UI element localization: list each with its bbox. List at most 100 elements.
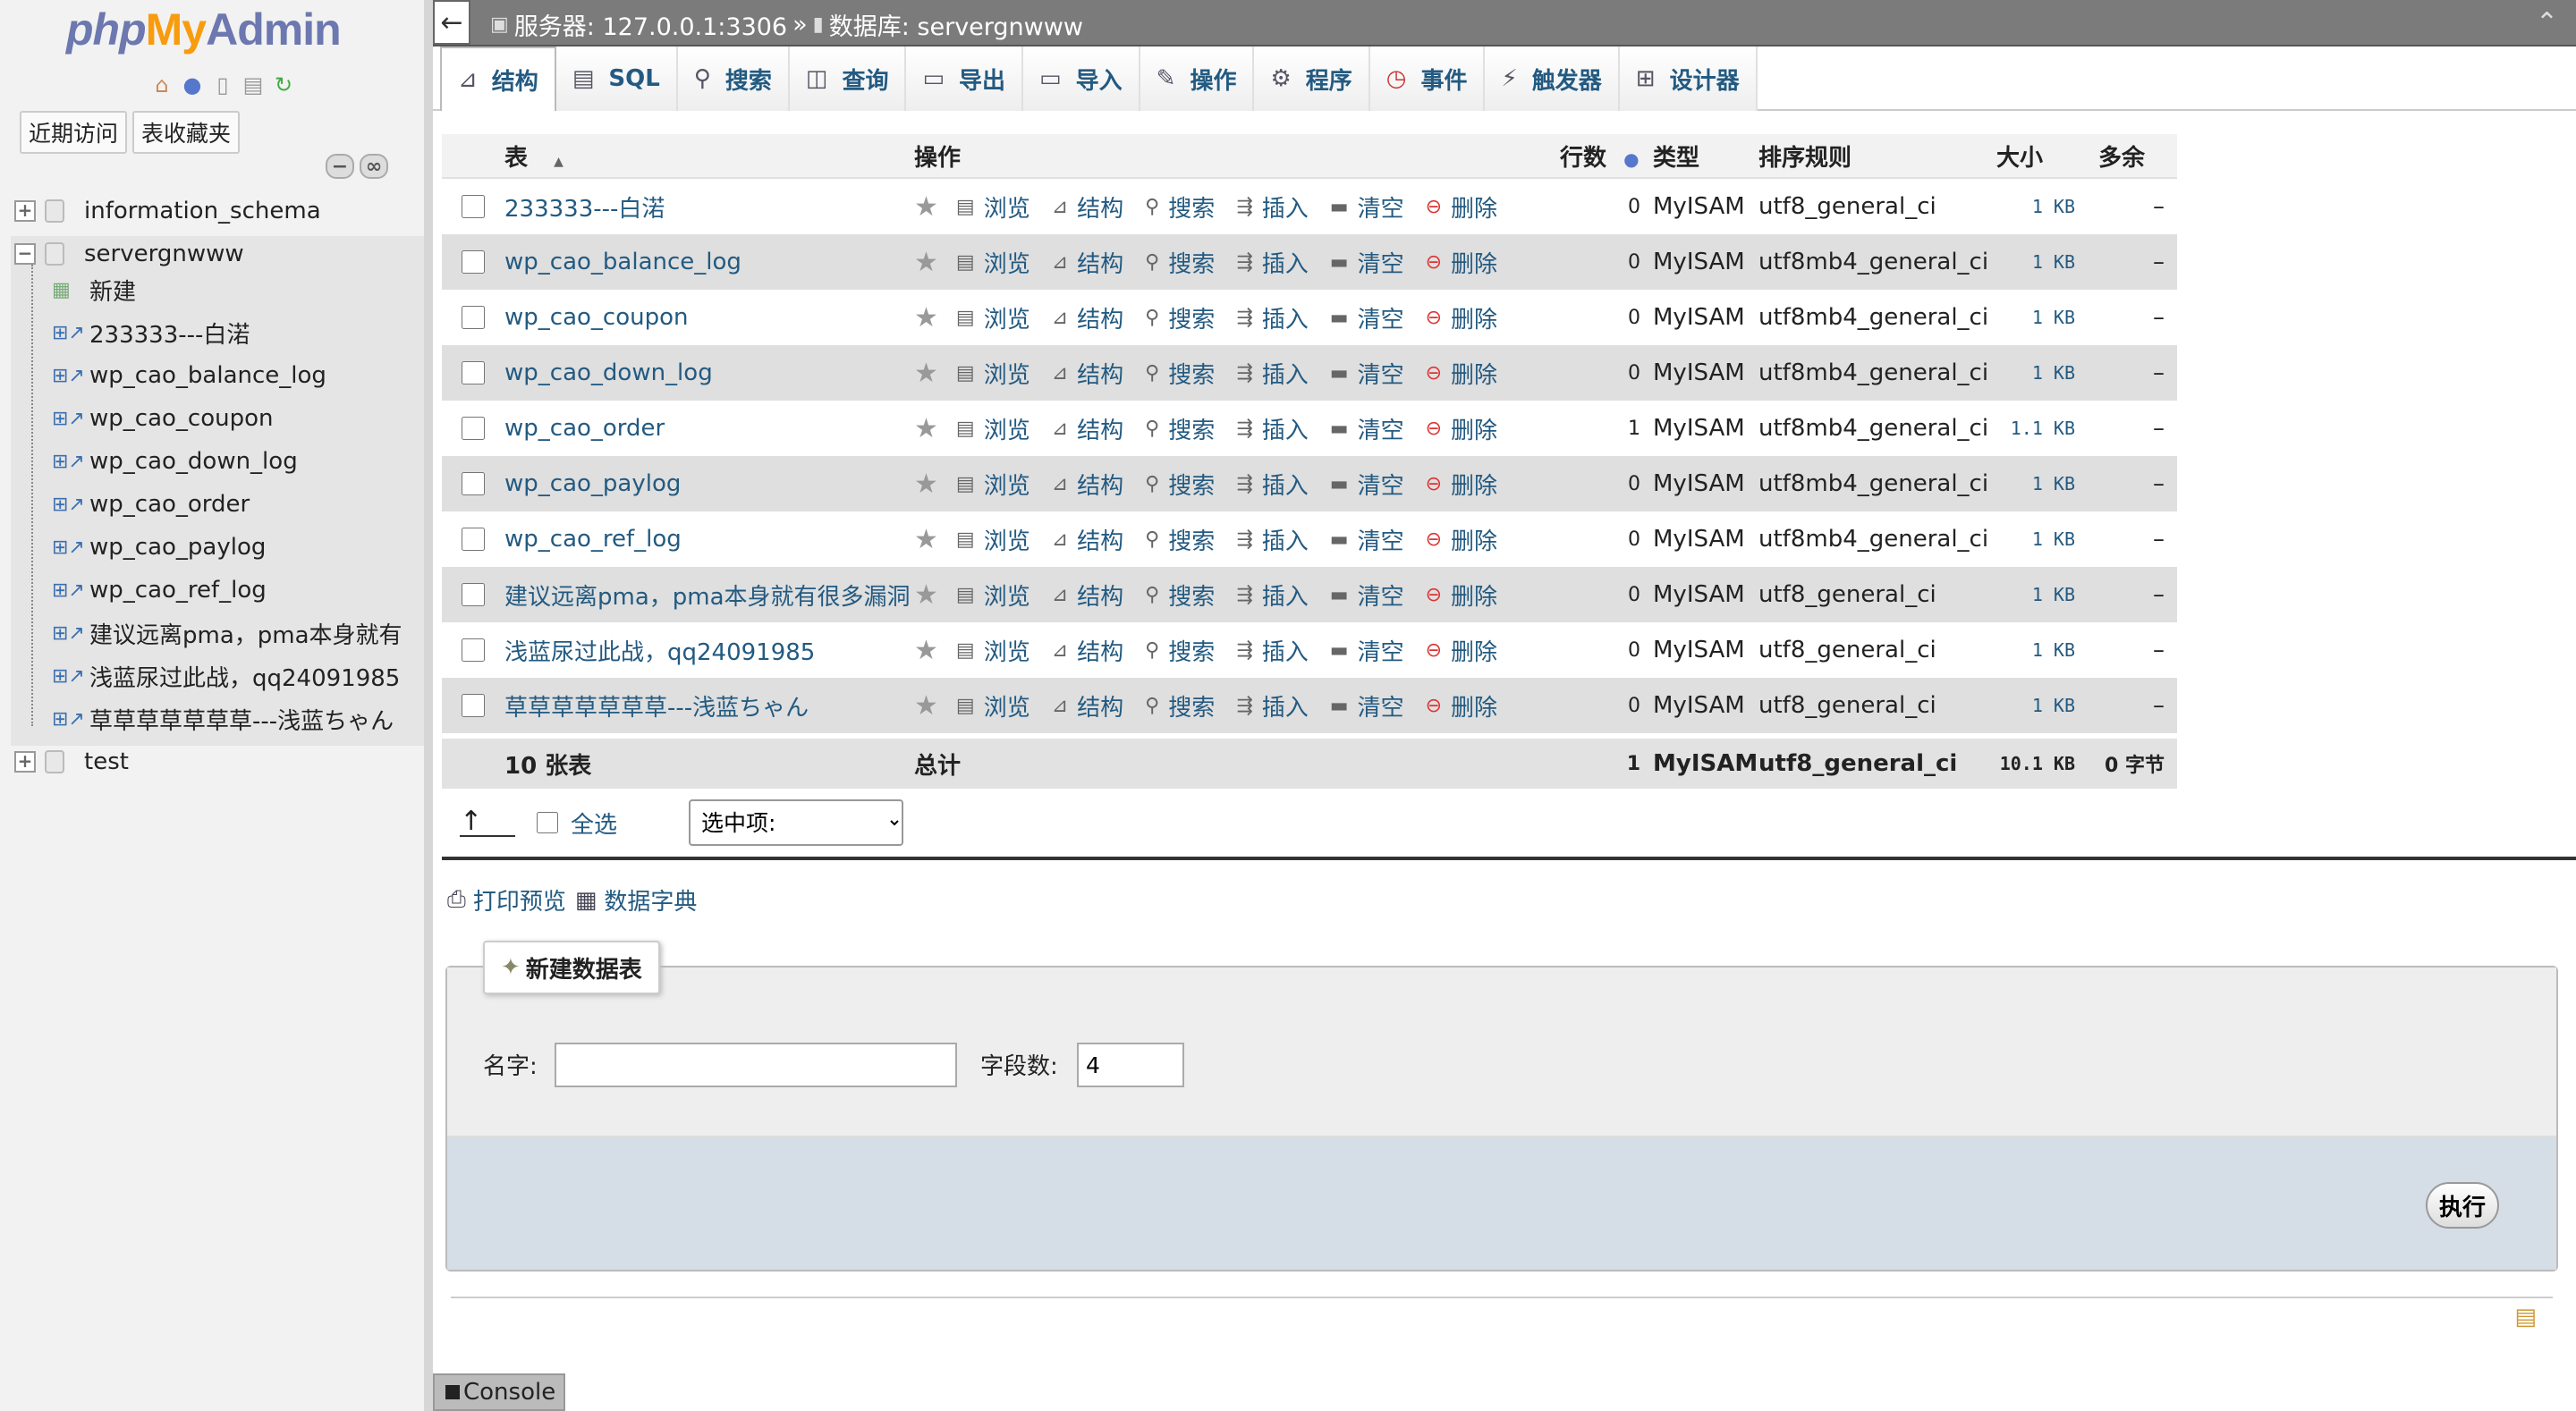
table-name-link[interactable]: wp_cao_down_log [504,359,914,386]
favorites-tab[interactable]: 表收藏夹 [132,111,241,154]
row-checkbox[interactable] [462,694,485,717]
tree-table-item[interactable]: ⊞↗ wp_cao_down_log [52,442,424,481]
tab-operations[interactable]: ✎ 操作 [1140,46,1255,111]
search-link[interactable]: ⚲ 搜索 [1145,579,1215,612]
drop-link[interactable]: ⊖ 删除 [1426,468,1497,501]
insert-link[interactable]: ⇶ 插入 [1236,523,1308,556]
structure-link[interactable]: ⊿ 结构 [1052,689,1123,722]
recent-tab[interactable]: 近期访问 [20,111,128,154]
drop-link[interactable]: ⊖ 删除 [1426,190,1497,224]
favorite-star-icon[interactable]: ★ [914,191,938,223]
reload-icon[interactable]: ↻ [270,72,297,98]
browse-link[interactable]: ▤ 浏览 [956,689,1030,722]
table-name-link[interactable]: wp_cao_coupon [504,304,914,331]
breadcrumb-database[interactable]: 数据库: servergnwww [829,7,1083,42]
structure-link[interactable]: ⊿ 结构 [1052,634,1123,667]
search-link[interactable]: ⚲ 搜索 [1145,412,1215,445]
table-size[interactable]: 1 KB [1986,473,2088,494]
expand-icon[interactable]: + [14,200,36,222]
insert-link[interactable]: ⇶ 插入 [1236,468,1308,501]
insert-link[interactable]: ⇶ 插入 [1236,689,1308,722]
structure-link[interactable]: ⊿ 结构 [1052,412,1123,445]
search-link[interactable]: ⚲ 搜索 [1145,523,1215,556]
search-link[interactable]: ⚲ 搜索 [1145,357,1215,390]
tree-table-item[interactable]: ⊞↗ 建议远离pma，pma本身就有 [52,613,424,653]
search-link[interactable]: ⚲ 搜索 [1145,246,1215,279]
phpmyadmin-logo[interactable]: phpMyAdmin [66,4,342,55]
help-icon[interactable]: ● [1623,148,1639,170]
drop-link[interactable]: ⊖ 删除 [1426,412,1497,445]
favorite-star-icon[interactable]: ★ [914,524,938,555]
row-checkbox[interactable] [462,583,485,606]
row-checkbox[interactable] [462,472,485,495]
favorite-star-icon[interactable]: ★ [914,358,938,389]
insert-link[interactable]: ⇶ 插入 [1236,412,1308,445]
structure-link[interactable]: ⊿ 结构 [1052,523,1123,556]
table-name-link[interactable]: wp_cao_paylog [504,470,914,497]
empty-link[interactable]: ▬ 清空 [1330,523,1404,556]
structure-link[interactable]: ⊿ 结构 [1052,468,1123,501]
data-dictionary-link[interactable]: ▦ 数据字典 [575,883,698,917]
drop-link[interactable]: ⊖ 删除 [1426,689,1497,722]
header-table[interactable]: 表 ▲ [504,139,914,173]
page-related-icon[interactable]: ▤ [2514,1304,2537,1331]
toggle-nav-button[interactable]: ← [433,0,470,45]
tab-triggers[interactable]: ⚡ 触发器 [1485,46,1620,111]
browse-link[interactable]: ▤ 浏览 [956,523,1030,556]
drop-link[interactable]: ⊖ 删除 [1426,579,1497,612]
collapse-icon[interactable]: ⌃ [2536,7,2558,38]
link-icon[interactable]: ∞ [360,154,388,179]
insert-link[interactable]: ⇶ 插入 [1236,357,1308,390]
table-size[interactable]: 1 KB [1986,307,2088,328]
table-name-link[interactable]: 草草草草草草草---浅蓝ちゃん [504,689,914,722]
expand-icon[interactable]: + [14,751,36,773]
column-count-input[interactable] [1077,1043,1184,1087]
drop-link[interactable]: ⊖ 删除 [1426,301,1497,334]
insert-link[interactable]: ⇶ 插入 [1236,190,1308,224]
empty-link[interactable]: ▬ 清空 [1330,357,1404,390]
home-icon[interactable]: ⌂ [148,72,175,98]
drop-link[interactable]: ⊖ 删除 [1426,523,1497,556]
insert-link[interactable]: ⇶ 插入 [1236,634,1308,667]
table-size[interactable]: 1 KB [1986,695,2088,716]
insert-link[interactable]: ⇶ 插入 [1236,579,1308,612]
favorite-star-icon[interactable]: ★ [914,469,938,500]
collapse-all-icon[interactable]: − [326,154,354,179]
empty-link[interactable]: ▬ 清空 [1330,689,1404,722]
browse-link[interactable]: ▤ 浏览 [956,634,1030,667]
table-name-input[interactable] [555,1043,957,1087]
header-rows[interactable]: 行数 ● [1549,139,1648,173]
search-link[interactable]: ⚲ 搜索 [1145,468,1215,501]
insert-link[interactable]: ⇶ 插入 [1236,246,1308,279]
empty-link[interactable]: ▬ 清空 [1330,412,1404,445]
structure-link[interactable]: ⊿ 结构 [1052,301,1123,334]
empty-link[interactable]: ▬ 清空 [1330,579,1404,612]
table-size[interactable]: 1 KB [1986,196,2088,217]
empty-link[interactable]: ▬ 清空 [1330,634,1404,667]
favorite-star-icon[interactable]: ★ [914,579,938,611]
empty-link[interactable]: ▬ 清空 [1330,246,1404,279]
favorite-star-icon[interactable]: ★ [914,690,938,722]
with-selected-select[interactable]: 选中项: [689,799,904,846]
table-size[interactable]: 1.1 KB [1986,418,2088,439]
tree-db-test[interactable]: + test [14,742,129,782]
structure-link[interactable]: ⊿ 结构 [1052,357,1123,390]
tab-routines[interactable]: ⚙ 程序 [1254,46,1370,111]
favorite-star-icon[interactable]: ★ [914,635,938,666]
docs-icon[interactable]: ▯ [209,72,236,98]
table-name-link[interactable]: 建议远离pma，pma本身就有很多漏洞 [504,579,914,612]
tab-query[interactable]: ◫ 查询 [789,46,907,111]
row-checkbox[interactable] [462,528,485,551]
browse-link[interactable]: ▤ 浏览 [956,301,1030,334]
tree-table-item[interactable]: ⊞↗ wp_cao_balance_log [52,356,424,395]
browse-link[interactable]: ▤ 浏览 [956,468,1030,501]
row-checkbox[interactable] [462,361,485,384]
tab-import[interactable]: ▭ 导入 [1023,46,1140,111]
structure-link[interactable]: ⊿ 结构 [1052,246,1123,279]
collapse-icon[interactable]: − [14,243,36,265]
header-collation[interactable]: 排序规则 [1755,139,1986,173]
table-size[interactable]: 1 KB [1986,251,2088,273]
row-checkbox[interactable] [462,250,485,274]
structure-link[interactable]: ⊿ 结构 [1052,579,1123,612]
header-size[interactable]: 大小 [1986,139,2088,173]
